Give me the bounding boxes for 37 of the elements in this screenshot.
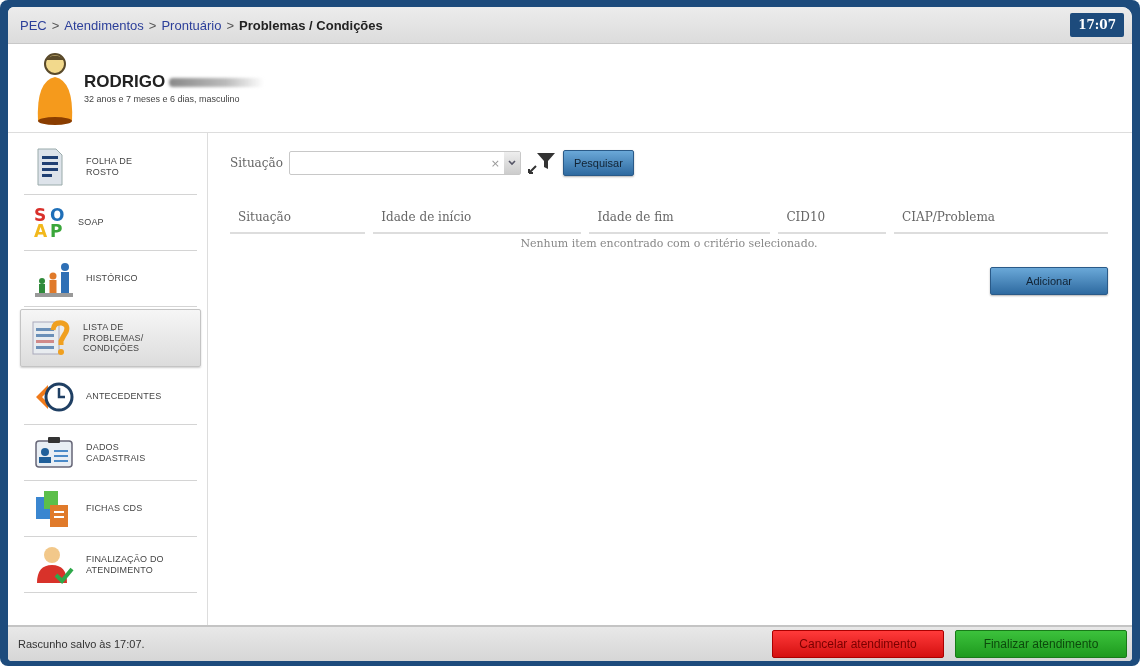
sidebar-item[interactable]: HISTÓRICO xyxy=(24,251,197,307)
clock-time: 17:07 xyxy=(1070,13,1124,37)
sidebar-item[interactable]: LISTA DE PROBLEMAS/ CONDIÇÕES xyxy=(20,309,201,367)
finish-button[interactable]: Finalizar atendimento xyxy=(955,630,1127,658)
breadcrumb-separator: > xyxy=(148,17,157,33)
add-button[interactable]: Adicionar xyxy=(990,267,1108,295)
filter-icon[interactable] xyxy=(526,151,557,175)
draft-saved-note: Rascunho salvo às 17:07. xyxy=(18,638,146,650)
column-header[interactable]: Idade de início xyxy=(373,210,582,234)
patient-name: RODRIGO xyxy=(84,72,166,92)
sidebar-item[interactable]: S O A P SOAP xyxy=(24,195,197,251)
logo-letter: A xyxy=(34,222,49,239)
breadcrumb-link[interactable]: Prontuário xyxy=(161,17,222,33)
logo-letter: P xyxy=(50,222,63,239)
breadcrumb-link[interactable]: PEC xyxy=(20,17,47,33)
column-header[interactable]: CIAP/Problema xyxy=(894,210,1108,234)
sidebar-item[interactable]: DADOS CADASTRAIS xyxy=(24,425,197,481)
sidebar-item[interactable]: FOLHA DE ROSTO xyxy=(24,139,197,195)
patient-details: 32 anos e 7 meses e 6 dias, masculino xyxy=(84,94,241,104)
person-check-icon xyxy=(34,544,74,585)
breadcrumb-separator: > xyxy=(51,17,60,33)
dropdown-caret-icon xyxy=(507,160,516,166)
logo-letter: O xyxy=(50,206,66,223)
field-label: Situação xyxy=(230,156,283,170)
column-header[interactable]: Situação xyxy=(230,210,366,234)
breadcrumb-current: Problemas / Condições xyxy=(239,17,383,33)
column-header[interactable]: Idade de fim xyxy=(589,210,771,234)
sidebar-item[interactable]: ANTECEDENTES xyxy=(24,369,197,425)
logo-letter: S xyxy=(34,206,48,223)
search-button[interactable]: Pesquisar xyxy=(562,150,634,176)
question-list-icon xyxy=(31,318,71,358)
breadcrumb-link[interactable]: Atendimentos xyxy=(64,17,144,33)
column-header[interactable]: CID10 xyxy=(778,210,887,234)
sidebar-item[interactable]: FICHAS CDS xyxy=(24,481,197,537)
sidebar-item[interactable]: FINALIZAÇÃO DO ATENDIMENTO xyxy=(24,537,197,593)
breadcrumb-separator: > xyxy=(226,17,234,33)
empty-message: Nenhum item encontrado com o critério selecionado. xyxy=(520,237,818,250)
